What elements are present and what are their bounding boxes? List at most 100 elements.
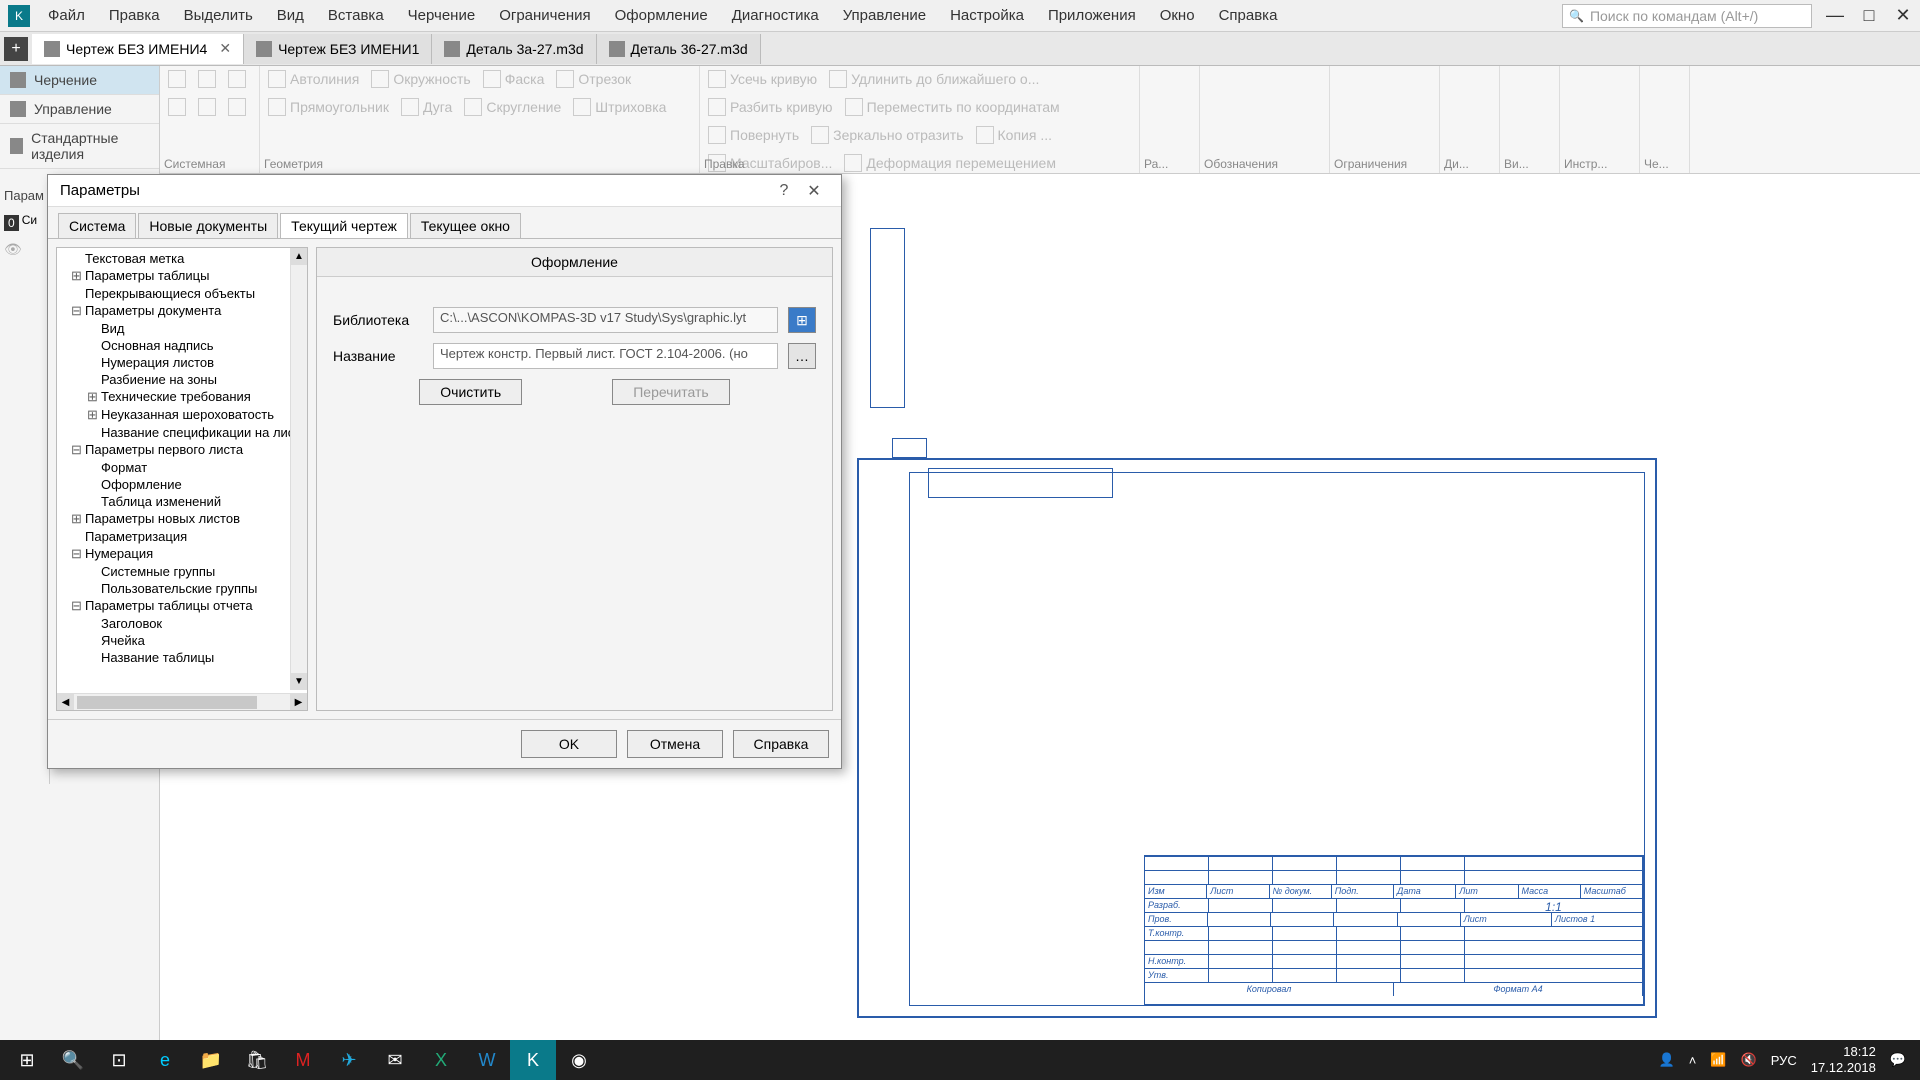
move-button[interactable]: Переместить по координатам <box>841 96 1064 118</box>
add-tab-button[interactable]: + <box>4 37 28 61</box>
mirror-button[interactable]: Зеркально отразить <box>807 124 967 146</box>
tree-hscrollbar[interactable]: ◀ ▶ <box>57 693 307 710</box>
tree-item[interactable]: Заголовок <box>57 615 307 632</box>
rotate-button[interactable]: Повернуть <box>704 124 803 146</box>
undo-button[interactable] <box>194 96 220 118</box>
dialog-close-button[interactable]: ✕ <box>799 181 829 201</box>
menu-window[interactable]: Окно <box>1150 3 1205 28</box>
tree-item[interactable]: Разбиение на зоны <box>57 371 307 388</box>
tree-item[interactable]: Вид <box>57 320 307 337</box>
menu-drawing[interactable]: Черчение <box>398 3 486 28</box>
tree-item[interactable]: Пользовательские группы <box>57 580 307 597</box>
start-button[interactable]: ⊞ <box>4 1040 50 1080</box>
eye-icon[interactable]: 👁 <box>4 241 45 258</box>
new-button[interactable] <box>164 68 190 90</box>
tree-item[interactable]: ⊟Параметры таблицы отчета <box>57 597 307 615</box>
menu-diagnostics[interactable]: Диагностика <box>722 3 829 28</box>
collapse-icon[interactable]: ⊟ <box>71 598 83 614</box>
tree-item[interactable]: Основная надпись <box>57 337 307 354</box>
menu-apps[interactable]: Приложения <box>1038 3 1146 28</box>
tree-item[interactable]: Системные группы <box>57 563 307 580</box>
expand-icon[interactable]: ⊞ <box>71 268 83 284</box>
arc-button[interactable]: Дуга <box>397 96 456 118</box>
trim-button[interactable]: Усечь кривую <box>704 68 821 90</box>
collapse-icon[interactable]: ⊟ <box>71 442 83 458</box>
menu-view[interactable]: Вид <box>267 3 314 28</box>
mode-manage[interactable]: Управление <box>0 95 159 124</box>
redo-button[interactable] <box>224 96 250 118</box>
help-button[interactable]: Справка <box>733 730 829 758</box>
menu-settings[interactable]: Настройка <box>940 3 1034 28</box>
menu-manage[interactable]: Управление <box>833 3 936 28</box>
edge-icon[interactable]: e <box>142 1040 188 1080</box>
expand-icon[interactable]: ⊞ <box>87 389 99 405</box>
close-icon[interactable]: ✕ <box>219 40 231 57</box>
search-icon[interactable]: 🔍 <box>50 1040 96 1080</box>
network-icon[interactable]: 📶 <box>1710 1052 1726 1068</box>
dlg-tab-current[interactable]: Текущий чертеж <box>280 213 408 238</box>
tree-item[interactable]: ⊟Параметры первого листа <box>57 441 307 459</box>
excel-icon[interactable]: X <box>418 1040 464 1080</box>
mcafee-icon[interactable]: M <box>280 1040 326 1080</box>
telegram-icon[interactable]: ✈ <box>326 1040 372 1080</box>
dialog-help-button[interactable]: ? <box>769 182 799 200</box>
collapse-icon[interactable]: ⊟ <box>71 303 83 319</box>
kompas-icon[interactable]: K <box>510 1040 556 1080</box>
doc-tab-3[interactable]: Деталь 3а-27.m3d <box>432 34 596 64</box>
doc-tab-4[interactable]: Деталь 36-27.m3d <box>597 34 761 64</box>
word-icon[interactable]: W <box>464 1040 510 1080</box>
save-button[interactable] <box>224 68 250 90</box>
copy-button[interactable]: Копия ... <box>972 124 1056 146</box>
reread-button[interactable]: Перечитать <box>612 379 730 405</box>
store-icon[interactable]: 🛍 <box>234 1040 280 1080</box>
expand-icon[interactable]: ⊞ <box>71 511 83 527</box>
menu-file[interactable]: Файл <box>38 3 95 28</box>
autoline-button[interactable]: Автолиния <box>264 68 363 90</box>
menu-design[interactable]: Оформление <box>605 3 718 28</box>
menu-edit[interactable]: Правка <box>99 3 170 28</box>
tree-item[interactable]: Формат <box>57 459 307 476</box>
menu-select[interactable]: Выделить <box>174 3 263 28</box>
dlg-tab-system[interactable]: Система <box>58 213 136 238</box>
split-button[interactable]: Разбить кривую <box>704 96 837 118</box>
segment-button[interactable]: Отрезок <box>552 68 635 90</box>
menu-help[interactable]: Справка <box>1209 3 1288 28</box>
tree-item[interactable]: Ячейка <box>57 632 307 649</box>
scroll-up-icon[interactable]: ▲ <box>291 248 307 265</box>
dlg-tab-window[interactable]: Текущее окно <box>410 213 521 238</box>
fillet-button[interactable]: Скругление <box>460 96 565 118</box>
library-browse-button[interactable]: ⊞ <box>788 307 816 333</box>
tree-item[interactable]: Параметризация <box>57 528 307 545</box>
mode-drawing[interactable]: Черчение <box>0 66 159 95</box>
doc-tab-1[interactable]: Чертеж БЕЗ ИМЕНИ4 ✕ <box>32 34 244 64</box>
chrome-icon[interactable]: ◉ <box>556 1040 602 1080</box>
tree-item[interactable]: Оформление <box>57 476 307 493</box>
tree-item[interactable]: ⊞Неуказанная шероховатость <box>57 406 307 424</box>
volume-icon[interactable]: 🔇 <box>1741 1052 1757 1068</box>
clock[interactable]: 18:12 17.12.2018 <box>1811 1044 1876 1075</box>
open-button[interactable] <box>194 68 220 90</box>
tree-item[interactable]: Нумерация листов <box>57 354 307 371</box>
taskview-icon[interactable]: ⊡ <box>96 1040 142 1080</box>
settings-tree[interactable]: Текстовая метка⊞Параметры таблицыПерекры… <box>56 247 308 711</box>
mail-icon[interactable]: ✉ <box>372 1040 418 1080</box>
hatch-button[interactable]: Штриховка <box>569 96 670 118</box>
tree-item[interactable]: Перекрывающиеся объекты <box>57 285 307 302</box>
tree-item[interactable]: ⊞Параметры новых листов <box>57 510 307 528</box>
tree-item[interactable]: Название спецификации на лист <box>57 424 307 441</box>
minimize-button[interactable]: — <box>1818 2 1852 30</box>
expand-icon[interactable]: ⊞ <box>87 407 99 423</box>
notifications-icon[interactable]: 💬 <box>1890 1052 1906 1068</box>
tree-item[interactable]: ⊞Технические требования <box>57 388 307 406</box>
scroll-down-icon[interactable]: ▼ <box>291 673 307 690</box>
name-browse-button[interactable]: … <box>788 343 816 369</box>
scroll-left-icon[interactable]: ◀ <box>57 694 74 711</box>
name-input[interactable]: Чертеж констр. Первый лист. ГОСТ 2.104-2… <box>433 343 778 369</box>
tray-chevron-icon[interactable]: ˄ <box>1689 1053 1697 1068</box>
people-icon[interactable]: 👤 <box>1659 1052 1675 1068</box>
tree-item[interactable]: ⊟Параметры документа <box>57 302 307 320</box>
dlg-tab-newdocs[interactable]: Новые документы <box>138 213 278 238</box>
lang-indicator[interactable]: РУС <box>1771 1053 1797 1068</box>
print-button[interactable] <box>164 96 190 118</box>
tree-item[interactable]: Таблица изменений <box>57 493 307 510</box>
